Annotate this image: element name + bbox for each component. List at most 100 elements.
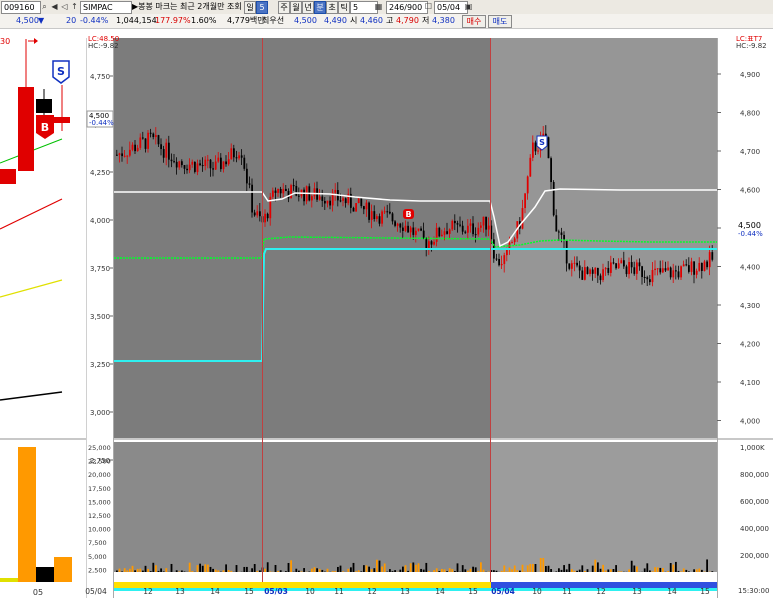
volume-bar — [409, 563, 412, 572]
candle-body — [186, 168, 188, 171]
candle-body — [464, 231, 467, 233]
volume-bar — [378, 560, 381, 572]
candle-body — [581, 270, 584, 280]
candle-body — [651, 270, 654, 283]
candle-body — [529, 157, 532, 177]
volume-bar — [695, 569, 698, 572]
candle-body — [370, 211, 373, 220]
arrow-up-icon[interactable]: ↑ — [70, 1, 79, 12]
speaker-icon[interactable]: ◁ — [60, 1, 69, 12]
volume-bar — [617, 571, 620, 572]
volume-bar — [209, 566, 212, 572]
volume-bar — [688, 571, 690, 572]
volume-bar — [454, 571, 456, 572]
candle-body — [175, 161, 178, 168]
lock-icon[interactable]: ▣ — [464, 1, 473, 12]
period-day-button[interactable]: 일 — [244, 1, 256, 14]
candle-body — [552, 182, 555, 216]
buy-button[interactable]: 매수 — [462, 15, 486, 28]
candle-body — [641, 266, 643, 277]
candle-body — [329, 200, 331, 206]
volume-bar — [573, 570, 576, 572]
search-icon[interactable]: ⌕ — [40, 1, 49, 12]
candle-body — [160, 144, 162, 150]
stock-code-input[interactable]: 009160 — [1, 1, 41, 14]
candle-body — [594, 267, 597, 274]
open-label: 시 — [350, 16, 358, 25]
volume-bar — [451, 569, 454, 572]
volume-bar — [144, 565, 147, 572]
volume-bar — [669, 563, 672, 572]
candle-body — [217, 157, 220, 162]
candle-body — [162, 149, 165, 158]
volume-bar — [461, 565, 464, 572]
candle-body — [277, 188, 279, 193]
candle-body — [298, 195, 300, 197]
volume-bar — [129, 568, 131, 572]
grid-icon[interactable]: ▦ — [374, 1, 383, 12]
volume-bar — [160, 568, 162, 572]
volume-bar — [493, 570, 495, 572]
volume-bar — [196, 565, 199, 572]
candle-body — [313, 188, 316, 197]
candle-body — [386, 211, 389, 213]
candle-body — [612, 262, 615, 264]
candle-body — [448, 229, 451, 234]
volume-bar — [443, 569, 446, 572]
candle-body — [591, 269, 594, 274]
candle-body — [474, 234, 477, 236]
change-marker-right: -0.44% — [738, 230, 763, 238]
volume-bar — [576, 570, 578, 572]
volume-bar — [667, 570, 669, 572]
chart-area[interactable]: 30 B S 05 LC:48.50 HC:-9.82 4,7504,5004,… — [0, 29, 773, 598]
volume-bar — [256, 570, 259, 572]
volume-bar — [116, 570, 118, 572]
candle-body — [480, 225, 482, 228]
time-label: 15:30:00 — [738, 587, 769, 595]
x-axis-label: 05/03 — [264, 587, 288, 596]
x-axis-label: 13 — [400, 587, 410, 596]
volume-bar — [222, 570, 225, 572]
candle-body — [363, 206, 365, 210]
candle-body — [599, 275, 602, 281]
volume-bar — [360, 571, 363, 572]
candle-body — [347, 193, 350, 204]
volume-bar — [157, 570, 160, 572]
volume-bar — [277, 570, 279, 572]
candle-body — [381, 211, 383, 224]
volume-bar — [568, 563, 571, 572]
sell-button[interactable]: 매도 — [488, 15, 512, 28]
volume-bar — [672, 564, 675, 572]
arrow-left-icon[interactable]: ◀ — [50, 1, 59, 12]
count-display[interactable]: 246/900 — [386, 1, 428, 14]
best-bid: 4,490 — [324, 16, 347, 25]
candle-body — [170, 159, 173, 162]
candle-body — [194, 161, 196, 172]
candle-body — [246, 168, 248, 184]
stock-name-field[interactable]: SIMPAC — [80, 1, 132, 14]
second-button[interactable]: 초 — [326, 1, 338, 14]
volume-bar — [404, 565, 407, 572]
candle-body — [560, 232, 563, 235]
period-year-button[interactable]: 년 — [302, 1, 314, 14]
x-axis-label: 10 — [305, 587, 315, 596]
volume-bar — [165, 568, 168, 572]
period-month-button[interactable]: 월 — [290, 1, 302, 14]
candle-body — [139, 137, 142, 148]
volume-bar — [321, 569, 324, 572]
candle-body — [558, 231, 560, 233]
volume-bar — [363, 565, 365, 572]
candle-body — [256, 211, 259, 216]
minute-button[interactable]: 분 — [314, 1, 326, 14]
period-week-button[interactable]: 주 — [278, 1, 290, 14]
candle-body — [454, 220, 456, 224]
candle-body — [220, 157, 222, 170]
period-5-button[interactable]: 5 — [256, 1, 268, 14]
quote-bar: 4,500 ▼ 20 -0.44% 1,044,154 177.97% 1.60… — [0, 14, 773, 29]
tick-button[interactable]: 틱 — [338, 1, 350, 14]
volume-bar — [217, 570, 220, 572]
candle-body — [617, 263, 620, 269]
volume-bar — [480, 562, 482, 572]
checkbox-icon[interactable]: ☐ — [424, 1, 433, 12]
date-input[interactable]: 05/04 — [434, 1, 468, 14]
